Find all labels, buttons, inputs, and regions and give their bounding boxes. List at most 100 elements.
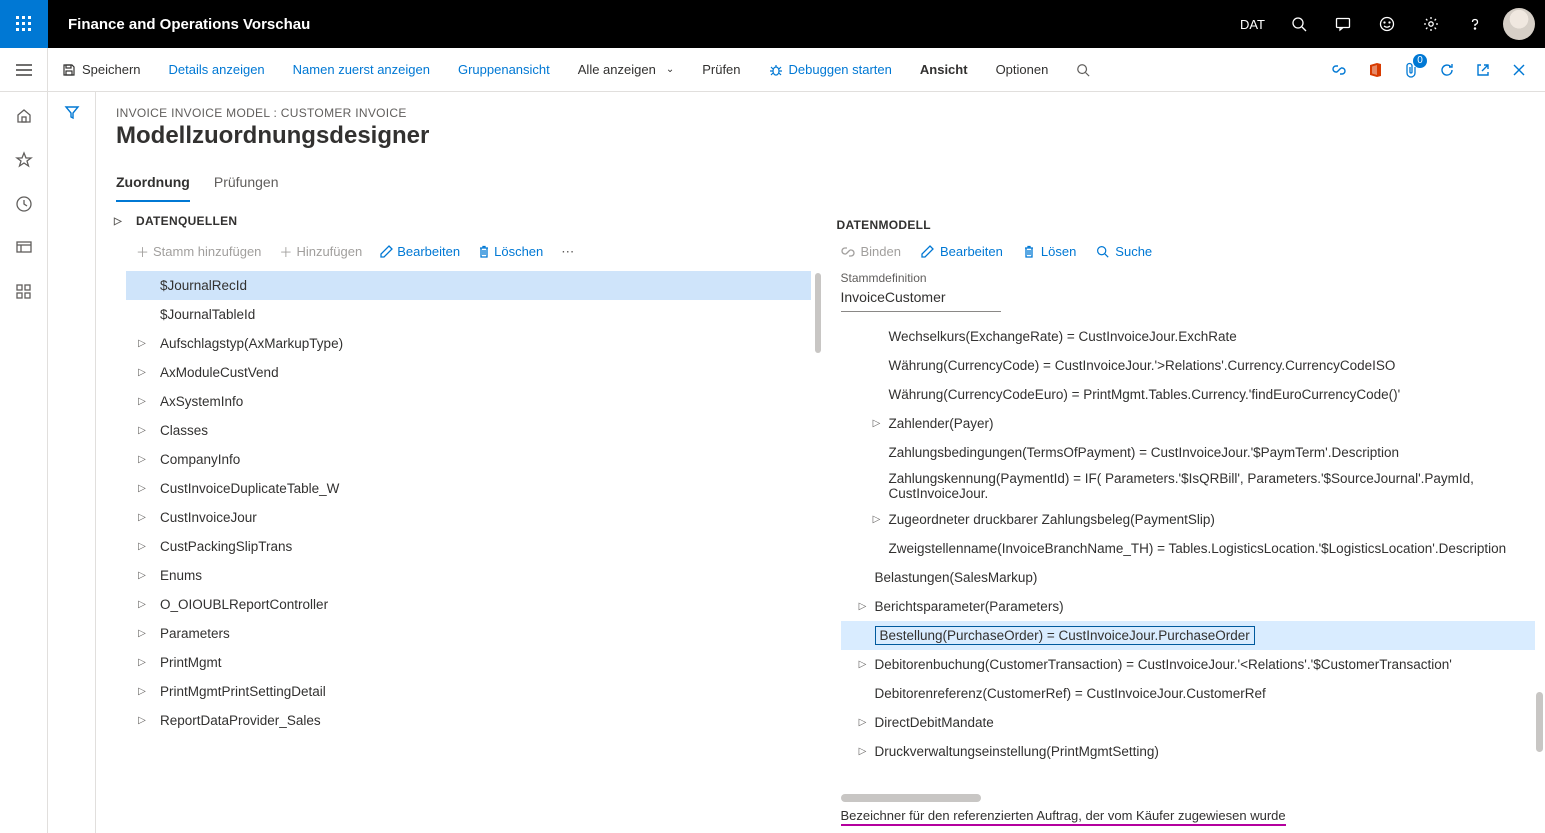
dm-item[interactable]: Währung(CurrencyCode) = CustInvoiceJour.… — [841, 351, 1536, 380]
addins-button[interactable] — [1357, 52, 1393, 88]
debug-button[interactable]: Debuggen starten — [755, 48, 906, 92]
expand-icon[interactable]: ▷ — [134, 396, 150, 407]
ds-item[interactable]: ▷AxModuleCustVend — [126, 358, 811, 387]
ds-add[interactable]: ＋Hinzufügen — [279, 242, 362, 261]
expand-icon[interactable]: ▷ — [134, 454, 150, 465]
expand-icon[interactable]: ▷ — [855, 601, 871, 612]
rail-favorites[interactable] — [4, 140, 44, 180]
dm-item[interactable]: Belastungen(SalesMarkup) — [841, 563, 1536, 592]
dm-item[interactable]: ▷Berichtsparameter(Parameters) — [841, 592, 1536, 621]
dm-item[interactable]: ▷DirectDebitMandate — [841, 708, 1536, 737]
attachments-button[interactable]: 0 — [1393, 52, 1429, 88]
refresh-button[interactable] — [1429, 52, 1465, 88]
ds-item[interactable]: ▷Aufschlagstyp(AxMarkupType) — [126, 329, 811, 358]
ds-item[interactable]: ▷CustPackingSlipTrans — [126, 532, 811, 561]
close-icon — [1512, 63, 1526, 77]
ds-item[interactable]: ▷CompanyInfo — [126, 445, 811, 474]
expand-icon[interactable]: ▷ — [134, 715, 150, 726]
expand-icon[interactable]: ▷ — [134, 628, 150, 639]
ds-item[interactable]: ▷PrintMgmt — [126, 648, 811, 677]
help-icon — [1467, 16, 1483, 32]
tab-checks[interactable]: Prüfungen — [214, 166, 279, 202]
ds-item[interactable]: ▷CustInvoiceJour — [126, 503, 811, 532]
expand-icon[interactable]: ▷ — [855, 746, 871, 757]
rail-recent[interactable] — [4, 184, 44, 224]
help-button[interactable] — [1453, 0, 1497, 48]
close-button[interactable] — [1501, 52, 1537, 88]
show-all-dropdown[interactable]: Alle anzeigen⌄ — [564, 48, 688, 92]
popout-button[interactable] — [1465, 52, 1501, 88]
save-button[interactable]: Speichern — [48, 48, 155, 92]
options-menu[interactable]: Optionen — [982, 48, 1063, 92]
expand-icon[interactable]: ▷ — [134, 541, 150, 552]
ds-item[interactable]: ▷CustInvoiceDuplicateTable_W — [126, 474, 811, 503]
expand-icon[interactable]: ▷ — [134, 512, 150, 523]
ds-item[interactable]: ▷ReportDataProvider_Sales — [126, 706, 811, 735]
show-details-button[interactable]: Details anzeigen — [155, 48, 279, 92]
ds-delete[interactable]: Löschen — [478, 244, 543, 259]
ds-item[interactable]: ▷Parameters — [126, 619, 811, 648]
scrollbar-thumb[interactable] — [1536, 692, 1543, 752]
smiley-button[interactable] — [1365, 0, 1409, 48]
company-code[interactable]: DAT — [1228, 17, 1277, 32]
expand-icon[interactable]: ▷ — [134, 338, 150, 349]
dm-item[interactable]: Währung(CurrencyCodeEuro) = PrintMgmt.Ta… — [841, 380, 1536, 409]
ds-item[interactable]: ▷Classes — [126, 416, 811, 445]
dm-item[interactable]: Zweigstellenname(InvoiceBranchName_TH) =… — [841, 534, 1536, 563]
ds-add-root[interactable]: ＋Stamm hinzufügen — [136, 242, 261, 261]
dm-item[interactable]: Bestellung(PurchaseOrder) = CustInvoiceJ… — [841, 621, 1536, 650]
home-icon — [15, 107, 33, 125]
dm-item[interactable]: Zahlungsbedingungen(TermsOfPayment) = Cu… — [841, 438, 1536, 467]
ds-collapse[interactable]: ▷ — [108, 216, 128, 227]
filter-button[interactable] — [64, 104, 80, 833]
expand-icon[interactable]: ▷ — [134, 425, 150, 436]
dm-bind[interactable]: Binden — [841, 244, 901, 259]
nav-toggle[interactable] — [0, 48, 48, 92]
ds-edit[interactable]: Bearbeiten — [380, 244, 460, 259]
expand-icon[interactable]: ▷ — [134, 657, 150, 668]
dm-item[interactable]: Wechselkurs(ExchangeRate) = CustInvoiceJ… — [841, 322, 1536, 351]
expand-icon[interactable]: ▷ — [855, 717, 871, 728]
tab-mapping[interactable]: Zuordnung — [116, 166, 190, 202]
root-def-value[interactable]: InvoiceCustomer — [841, 285, 1001, 312]
dm-item[interactable]: Debitorenreferenz(CustomerRef) = CustInv… — [841, 679, 1536, 708]
dm-unbind[interactable]: Lösen — [1023, 244, 1076, 259]
expand-icon[interactable]: ▷ — [869, 418, 885, 429]
ds-item[interactable]: ▷PrintMgmtPrintSettingDetail — [126, 677, 811, 706]
user-avatar[interactable] — [1503, 8, 1535, 40]
expand-icon[interactable]: ▷ — [869, 514, 885, 525]
search-button[interactable] — [1277, 0, 1321, 48]
expand-icon[interactable]: ▷ — [134, 483, 150, 494]
ds-item[interactable]: ▷Enums — [126, 561, 811, 590]
dm-item[interactable]: ▷Druckverwaltungseinstellung(PrintMgmtSe… — [841, 737, 1536, 766]
ds-item[interactable]: $JournalTableId — [126, 300, 811, 329]
ds-item[interactable]: ▷AxSystemInfo — [126, 387, 811, 416]
link-button[interactable] — [1321, 52, 1357, 88]
ds-item[interactable]: $JournalRecId — [126, 271, 811, 300]
cmd-search-button[interactable] — [1062, 48, 1104, 92]
rail-workspaces[interactable] — [4, 228, 44, 268]
view-menu[interactable]: Ansicht — [906, 48, 982, 92]
expand-icon[interactable]: ▷ — [855, 659, 871, 670]
ds-item[interactable]: ▷O_OIOUBLReportController — [126, 590, 811, 619]
expand-icon[interactable]: ▷ — [134, 686, 150, 697]
dm-item[interactable]: ▷Zugeordneter druckbarer Zahlungsbeleg(P… — [841, 505, 1536, 534]
settings-button[interactable] — [1409, 0, 1453, 48]
dm-search[interactable]: Suche — [1096, 244, 1152, 259]
dm-item[interactable]: ▷Debitorenbuchung(CustomerTransaction) =… — [841, 650, 1536, 679]
app-launcher[interactable] — [0, 0, 48, 48]
dm-item[interactable]: ▷Zahlender(Payer) — [841, 409, 1536, 438]
expand-icon[interactable]: ▷ — [134, 599, 150, 610]
rail-home[interactable] — [4, 96, 44, 136]
check-button[interactable]: Prüfen — [688, 48, 754, 92]
show-names-button[interactable]: Namen zuerst anzeigen — [279, 48, 444, 92]
dm-edit[interactable]: Bearbeiten — [921, 244, 1003, 259]
ds-more[interactable]: ⋯ — [561, 244, 574, 260]
expand-icon[interactable]: ▷ — [134, 570, 150, 581]
group-view-button[interactable]: Gruppenansicht — [444, 48, 564, 92]
dm-item[interactable]: Zahlungskennung(PaymentId) = IF( Paramet… — [841, 467, 1536, 505]
rail-modules[interactable] — [4, 272, 44, 312]
expand-icon[interactable]: ▷ — [134, 367, 150, 378]
scrollbar-thumb-h[interactable] — [841, 794, 981, 802]
messages-button[interactable] — [1321, 0, 1365, 48]
